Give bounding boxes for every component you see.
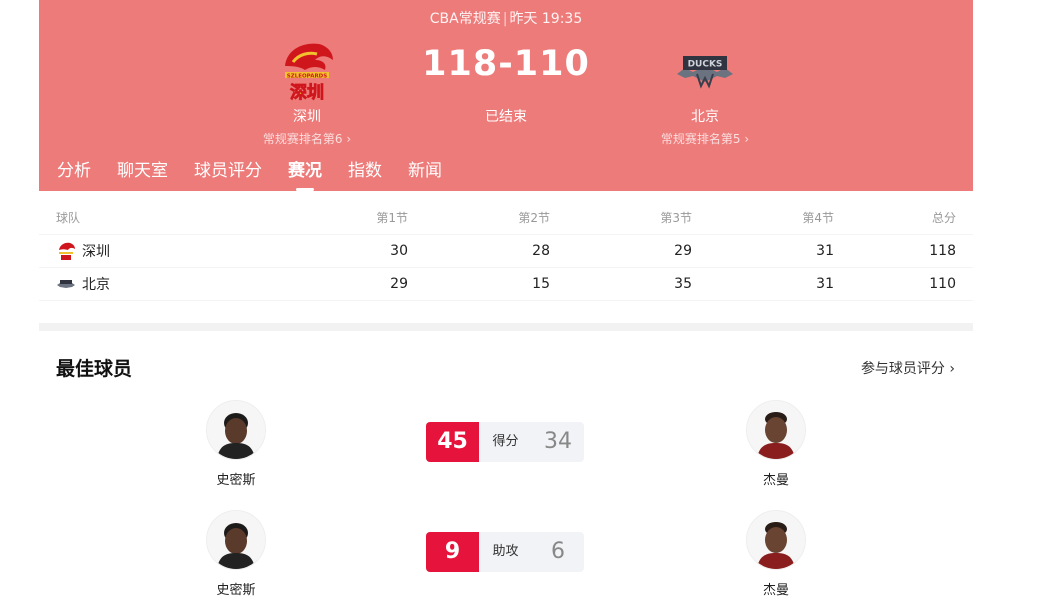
player-name: 史密斯 bbox=[216, 583, 256, 598]
score-cell: 31 bbox=[816, 276, 834, 292]
total-cell: 118 bbox=[929, 243, 956, 259]
score-cell: 29 bbox=[674, 243, 692, 259]
header-q3: 第3节 bbox=[660, 210, 692, 225]
section-divider bbox=[39, 323, 973, 331]
stat-label: 得分 bbox=[492, 434, 519, 449]
table-row: 深圳 30 28 29 31 118 bbox=[39, 235, 973, 268]
total-cell: 110 bbox=[929, 276, 956, 292]
best-players-title: 最佳球员 bbox=[56, 358, 133, 380]
table-row: 北京 29 15 35 31 110 bbox=[39, 268, 973, 301]
tab-analysis[interactable]: 分析 bbox=[57, 156, 91, 181]
tab-odds[interactable]: 指数 bbox=[348, 156, 382, 181]
away-team-name: 北京 bbox=[691, 109, 719, 125]
player-avatar bbox=[206, 510, 266, 570]
tab-game-status[interactable]: 赛况 bbox=[288, 156, 322, 191]
left-player[interactable]: 史密斯 bbox=[176, 510, 296, 598]
home-team[interactable]: SZLEOPARDS 深圳 深圳 常规赛排名第6 › bbox=[227, 38, 387, 147]
left-stat-value: 45 bbox=[426, 422, 479, 462]
header-total: 总分 bbox=[931, 210, 956, 225]
tab-player-rating[interactable]: 球员评分 bbox=[194, 156, 262, 181]
player-avatar bbox=[746, 510, 806, 570]
match-tabs: 分析 聊天室 球员评分 赛况 指数 新闻 bbox=[57, 156, 442, 191]
right-player[interactable]: 杰曼 bbox=[716, 400, 836, 488]
match-meta: CBA常规赛 | 昨天 19:35 bbox=[429, 11, 583, 27]
stat-row-points: 史密斯 45 得分 34 杰曼 bbox=[39, 400, 973, 500]
away-team[interactable]: DUCKS 北京 常规赛排名第5 › bbox=[625, 38, 785, 147]
header-q4: 第4节 bbox=[802, 210, 834, 225]
header-q1: 第1节 bbox=[376, 210, 408, 225]
home-team-name: 深圳 bbox=[293, 109, 321, 125]
score-cell: 28 bbox=[532, 243, 550, 259]
match-page: CBA常规赛 | 昨天 19:35 SZLEOPARDS 深圳 深圳 常规赛排名第6… bbox=[39, 0, 973, 606]
right-stat-value: 6 bbox=[551, 539, 565, 564]
score-cell: 31 bbox=[816, 243, 834, 259]
score-cell: 35 bbox=[674, 276, 692, 292]
score-cell: 15 bbox=[532, 276, 550, 292]
team-name: 北京 bbox=[82, 277, 110, 293]
beijing-mini-logo-icon bbox=[57, 280, 75, 288]
header-team: 球队 bbox=[56, 210, 81, 225]
score-cell: 29 bbox=[390, 276, 408, 292]
right-player[interactable]: 杰曼 bbox=[716, 510, 836, 598]
league-label: CBA常规赛 bbox=[429, 11, 501, 27]
away-team-rank[interactable]: 常规赛排名第5 › bbox=[625, 130, 785, 147]
final-score: 118-110 bbox=[422, 44, 590, 84]
tab-news[interactable]: 新闻 bbox=[408, 156, 442, 181]
logo-wordmark: SZLEOPARDS bbox=[287, 74, 327, 80]
table-header: 球队 第1节 第2节 第3节 第4节 总分 bbox=[39, 200, 973, 235]
stat-compare-box: 45 得分 34 bbox=[426, 422, 584, 462]
player-name: 杰曼 bbox=[762, 473, 789, 488]
stat-label: 助攻 bbox=[492, 544, 519, 559]
rate-players-link[interactable]: 参与球员评分 › bbox=[861, 358, 955, 378]
header-q2: 第2节 bbox=[518, 210, 550, 225]
player-avatar bbox=[206, 400, 266, 460]
player-name: 史密斯 bbox=[216, 473, 256, 488]
left-player[interactable]: 史密斯 bbox=[176, 400, 296, 488]
quarter-scores-table: 球队 第1节 第2节 第3节 第4节 总分 深圳 30 28 29 31 118 bbox=[39, 200, 973, 301]
player-avatar bbox=[746, 400, 806, 460]
player-name: 杰曼 bbox=[762, 583, 789, 598]
beijing-logo-icon: DUCKS bbox=[673, 38, 737, 102]
match-time: 昨天 19:35 bbox=[509, 11, 583, 27]
score-cell: 30 bbox=[390, 243, 408, 259]
left-stat-value: 9 bbox=[426, 532, 479, 572]
match-status: 已结束 bbox=[485, 109, 527, 125]
shenzhen-mini-logo-icon bbox=[59, 242, 75, 260]
stat-row-assists: 史密斯 9 助攻 6 杰曼 bbox=[39, 510, 973, 610]
stat-compare-box: 9 助攻 6 bbox=[426, 532, 584, 572]
right-stat-value: 34 bbox=[544, 429, 572, 454]
team-name: 深圳 bbox=[82, 244, 110, 260]
shenzhen-logo-icon: SZLEOPARDS 深圳 bbox=[275, 38, 339, 103]
logo-wordmark: DUCKS bbox=[688, 60, 723, 70]
tab-chatroom[interactable]: 聊天室 bbox=[117, 156, 168, 181]
match-header: CBA常规赛 | 昨天 19:35 SZLEOPARDS 深圳 深圳 常规赛排名第6… bbox=[39, 0, 973, 191]
home-team-rank[interactable]: 常规赛排名第6 › bbox=[227, 130, 387, 147]
logo-cn: 深圳 bbox=[290, 82, 324, 102]
